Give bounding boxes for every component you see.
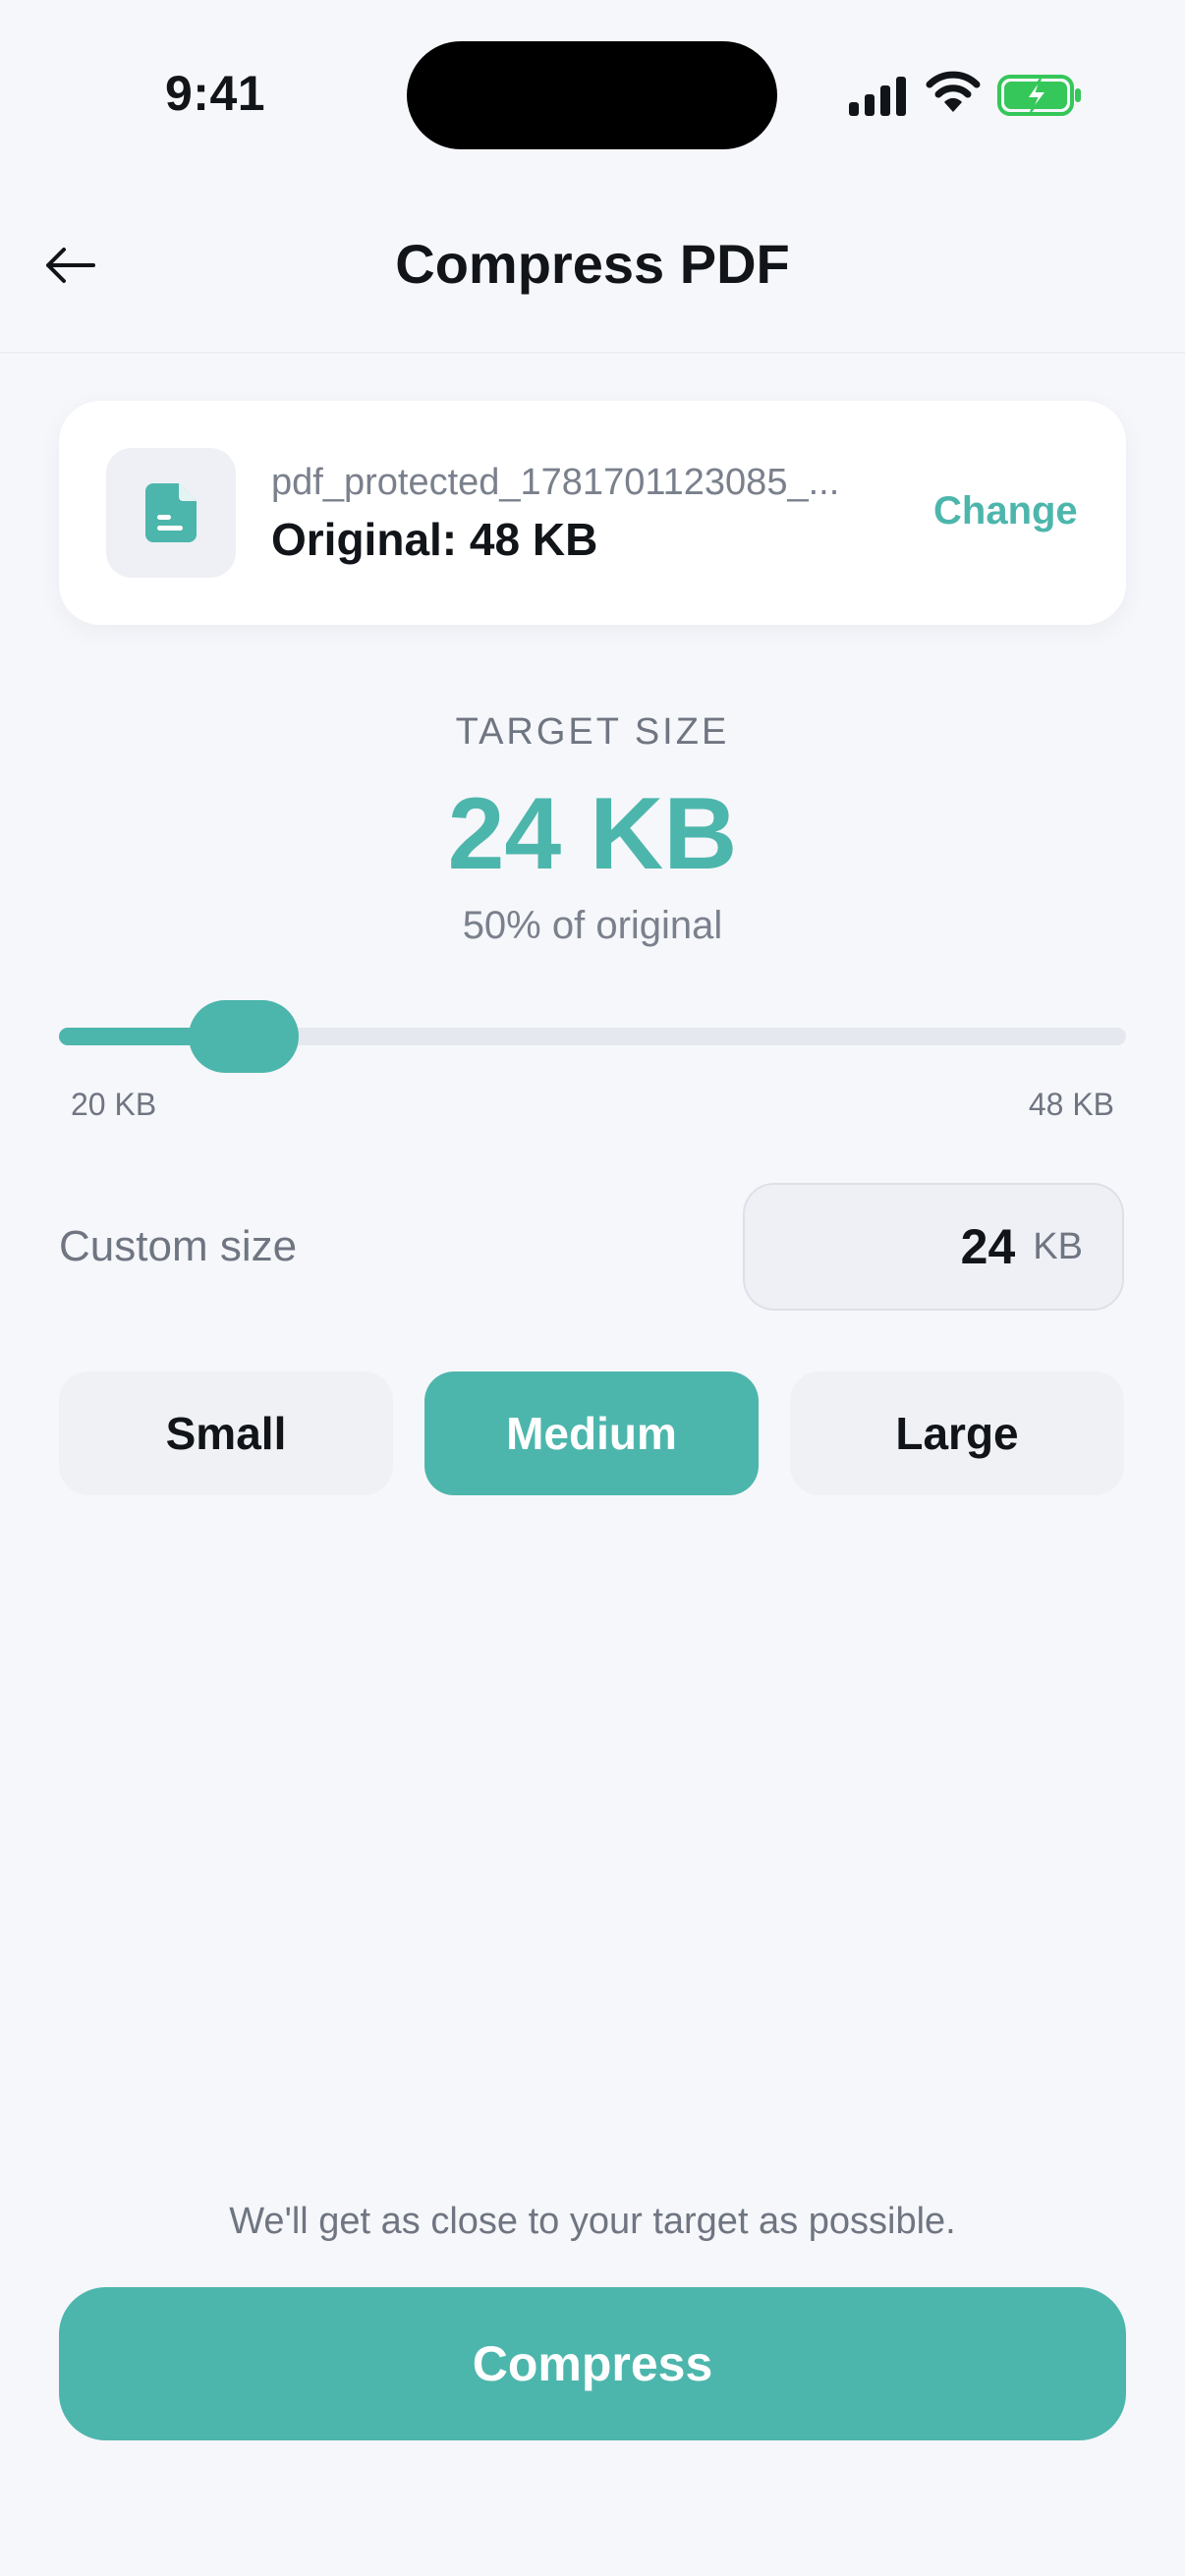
cellular-signal-icon (849, 77, 906, 116)
compress-hint: We'll get as close to your target as pos… (229, 2201, 956, 2242)
document-icon (145, 483, 197, 542)
battery-charging-icon (997, 75, 1081, 116)
target-percent-text: 50% of original (462, 904, 723, 947)
custom-size-label: Custom size (59, 1222, 298, 1270)
target-size-label: TARGET SIZE (455, 711, 730, 753)
file-icon-container (106, 448, 236, 578)
slider-max-label: 48 KB (1028, 1087, 1114, 1122)
slider-min-label: 20 KB (71, 1087, 157, 1122)
custom-size-input[interactable] (917, 1218, 1016, 1275)
file-name: pdf_protected_1781701123085_... (271, 462, 840, 503)
size-slider-thumb[interactable] (189, 1000, 299, 1073)
original-size: Original: 48 KB (271, 514, 598, 565)
status-time: 9:41 (165, 66, 266, 121)
preset-large-button[interactable]: Large (790, 1372, 1124, 1495)
page-title: Compress PDF (395, 233, 790, 295)
compress-button[interactable]: Compress (59, 2287, 1126, 2440)
custom-size-field[interactable]: KB (743, 1183, 1124, 1311)
change-file-button[interactable]: Change (933, 489, 1078, 533)
preset-small-button[interactable]: Small (59, 1372, 393, 1495)
wifi-icon (926, 71, 981, 112)
header-divider (0, 352, 1185, 354)
custom-size-unit: KB (1033, 1225, 1083, 1267)
target-size-value: 24 KB (447, 777, 738, 891)
preset-medium-button[interactable]: Medium (424, 1372, 759, 1495)
dynamic-island (407, 41, 777, 149)
